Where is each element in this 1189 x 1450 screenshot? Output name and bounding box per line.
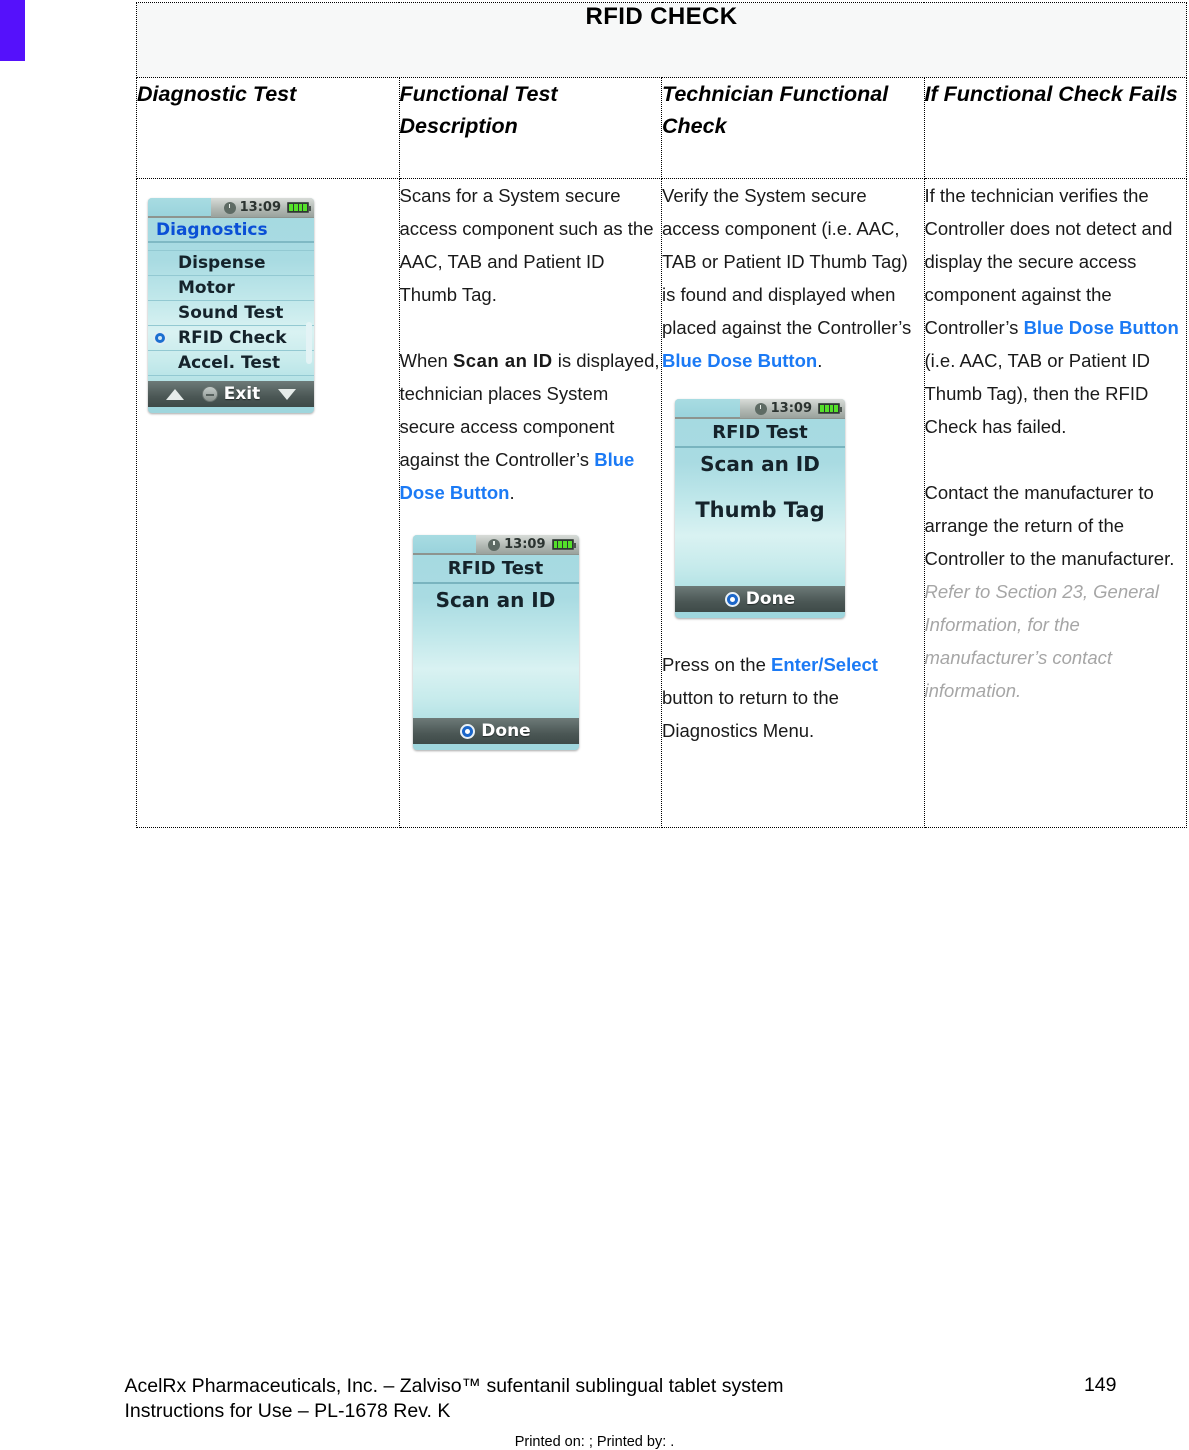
menu-item-motor[interactable]: Motor bbox=[148, 276, 314, 301]
header-label: Technician Functional Check bbox=[662, 82, 889, 139]
menu-item-partial bbox=[148, 243, 314, 251]
device-footer-bar: Exit bbox=[148, 381, 314, 407]
detected-tag-text: Thumb Tag bbox=[695, 498, 825, 522]
enter-select-button-icon[interactable] bbox=[460, 723, 476, 739]
device-screenshot-rfid-scan: 13:09 RFID Test Scan an ID Done bbox=[412, 535, 579, 750]
text-fragment: Contact the manufacturer to arrange the … bbox=[924, 482, 1175, 569]
status-bar-left-fill bbox=[148, 198, 212, 217]
device-body: Diagnostics Dispense Motor Sound Test RF… bbox=[148, 218, 314, 381]
scroll-up-icon[interactable] bbox=[166, 388, 184, 400]
printed-info: Printed on: ; Printed by: . bbox=[514, 1434, 675, 1450]
blue-dose-button-term: Blue Dose Button bbox=[662, 350, 818, 371]
page-footer: AcelRx Pharmaceuticals, Inc. – Zalviso™ … bbox=[0, 1374, 1189, 1450]
footer-text-block: AcelRx Pharmaceuticals, Inc. – Zalviso™ … bbox=[124, 1374, 1117, 1424]
text-fragment: . bbox=[817, 350, 823, 371]
table-header-row: Diagnostic Test Functional Test Descript… bbox=[136, 77, 1187, 179]
text-fragment: If the technician verifies the Controlle… bbox=[924, 185, 1173, 338]
device-footer-bar: Done bbox=[675, 586, 845, 612]
description-paragraph-2: When Scan an ID is displayed, technician… bbox=[400, 344, 662, 509]
column-header-diagnostic-test: Diagnostic Test bbox=[136, 77, 400, 179]
cell-diagnostic-test: 13:09 Diagnostics Dispense Motor Sound T… bbox=[136, 178, 400, 828]
description-paragraph-1: Scans for a System secure access compone… bbox=[399, 185, 654, 305]
selected-radio-icon bbox=[153, 331, 167, 345]
status-time: 13:09 bbox=[770, 401, 812, 416]
header-label: Diagnostic Test bbox=[137, 82, 297, 106]
device-status-bar: 13:09 bbox=[675, 399, 845, 419]
blue-dose-button-term: Blue Dose Button bbox=[1023, 317, 1179, 338]
cell-technician-functional-check: Verify the System secure access componen… bbox=[661, 178, 925, 828]
menu-item-dispense[interactable]: Dispense bbox=[148, 251, 314, 276]
column-header-functional-test-description: Functional Test Description bbox=[398, 77, 662, 179]
battery-icon bbox=[818, 403, 842, 414]
table-body-row: 13:09 Diagnostics Dispense Motor Sound T… bbox=[136, 178, 1187, 828]
clock-icon bbox=[488, 538, 501, 551]
text-fragment: . bbox=[509, 482, 515, 503]
cross-reference-note: Refer to Section 23, General Information… bbox=[924, 581, 1159, 701]
clock-icon bbox=[754, 402, 767, 415]
enter-select-term: Enter/Select bbox=[771, 654, 878, 675]
header-label: Functional Test Description bbox=[399, 82, 558, 139]
cell-if-functional-check-fails: If the technician verifies the Controlle… bbox=[923, 178, 1187, 828]
status-time: 13:09 bbox=[239, 200, 281, 215]
scan-an-id-emphasis: Scan an ID bbox=[452, 350, 553, 371]
fail-paragraph-1: If the technician verifies the Controlle… bbox=[925, 179, 1187, 443]
battery-icon bbox=[287, 202, 311, 213]
scrollbar-thumb[interactable] bbox=[306, 322, 312, 364]
scan-prompt-text: Scan an ID bbox=[435, 588, 556, 612]
detected-tag-text bbox=[413, 612, 579, 634]
text-fragment: Press on the bbox=[662, 654, 772, 675]
header-label: If Functional Check Fails bbox=[924, 82, 1178, 106]
diagnostics-menu-list: Dispense Motor Sound Test RFID Check Acc… bbox=[148, 243, 314, 376]
device-status-bar: 13:09 bbox=[412, 535, 579, 555]
page-title: RFID CHECK bbox=[585, 3, 738, 30]
column-header-technician-functional-check: Technician Functional Check bbox=[661, 77, 925, 179]
status-bar-left-fill bbox=[675, 399, 740, 418]
device-screenshot-rfid-thumb-tag: 13:09 RFID Test Scan an ID Thumb Tag Don… bbox=[675, 399, 845, 618]
status-time: 13:09 bbox=[504, 537, 546, 552]
screen-title: RFID Test bbox=[675, 419, 845, 448]
text-fragment: button to return to the Diagnostics Menu… bbox=[662, 687, 839, 741]
menu-item-rfid-check[interactable]: RFID Check bbox=[148, 326, 314, 351]
menu-item-accel-test[interactable]: Accel. Test bbox=[148, 351, 314, 376]
footer-label: Exit bbox=[223, 384, 261, 404]
scan-prompt-text: Scan an ID bbox=[700, 452, 820, 476]
device-status-bar: 13:09 bbox=[148, 198, 314, 218]
battery-icon bbox=[551, 539, 576, 550]
clock-icon bbox=[223, 201, 236, 214]
footer-line-2: Instructions for Use – PL-1678 Rev. K bbox=[124, 1400, 451, 1422]
status-bar-left-fill bbox=[412, 535, 476, 554]
footer-label: Done bbox=[481, 721, 531, 741]
scroll-down-icon[interactable] bbox=[278, 388, 296, 400]
enter-select-button-icon[interactable] bbox=[724, 591, 740, 607]
fail-paragraph-2: Contact the manufacturer to arrange the … bbox=[925, 476, 1187, 707]
menu-title: Diagnostics bbox=[148, 218, 314, 243]
menu-item-label: RFID Check bbox=[178, 328, 287, 348]
footer-line-1: AcelRx Pharmaceuticals, Inc. – Zalviso™ … bbox=[124, 1375, 784, 1397]
page-number: 149 bbox=[1083, 1374, 1117, 1396]
menu-item-sound-test[interactable]: Sound Test bbox=[148, 301, 314, 326]
table-title-row: RFID CHECK bbox=[136, 2, 1187, 78]
check-paragraph-1: Verify the System secure access componen… bbox=[662, 179, 924, 377]
column-header-if-functional-check-fails: If Functional Check Fails bbox=[923, 77, 1187, 179]
device-screenshot-diagnostics-menu: 13:09 Diagnostics Dispense Motor Sound T… bbox=[148, 198, 314, 413]
exit-button-icon[interactable] bbox=[201, 386, 218, 402]
device-body: RFID Test Scan an ID Thumb Tag bbox=[675, 419, 845, 586]
footer-label: Done bbox=[745, 589, 796, 609]
table-title-cell: RFID CHECK bbox=[136, 2, 1187, 78]
text-fragment: (i.e. AAC, TAB or Patient ID Thumb Tag),… bbox=[924, 350, 1151, 437]
screen-title: RFID Test bbox=[412, 555, 579, 584]
device-footer-bar: Done bbox=[412, 718, 579, 744]
text-fragment: Verify the System secure access componen… bbox=[662, 185, 912, 338]
cell-functional-test-description: Scans for a System secure access compone… bbox=[398, 178, 662, 828]
rfid-check-table: RFID CHECK Diagnostic Test Functional Te… bbox=[136, 2, 1187, 828]
text-fragment: When bbox=[399, 350, 453, 371]
check-paragraph-2: Press on the Enter/Select button to retu… bbox=[662, 648, 924, 747]
device-body: RFID Test Scan an ID bbox=[412, 555, 579, 718]
corner-color-mark bbox=[0, 0, 25, 61]
